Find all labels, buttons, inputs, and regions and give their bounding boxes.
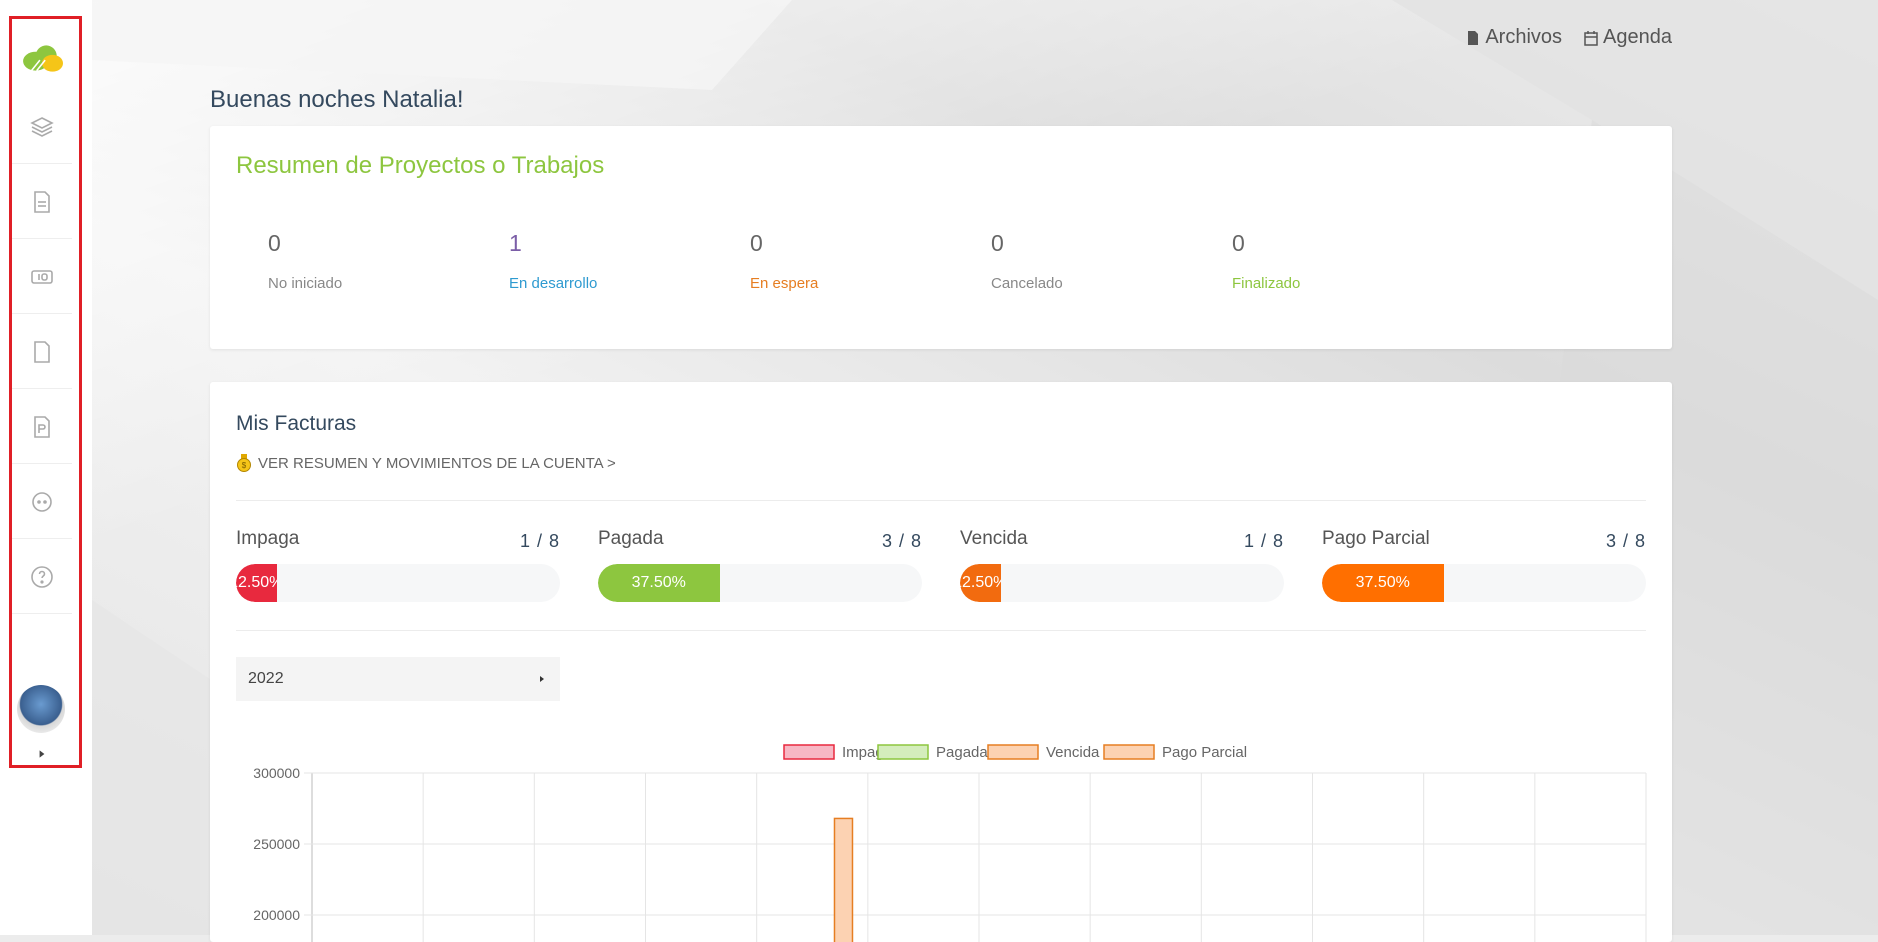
stat-label: En desarrollo xyxy=(509,275,598,292)
y-tick-label: 300000 xyxy=(253,765,300,781)
y-tick-label: 250000 xyxy=(253,836,300,852)
legend-swatch xyxy=(877,744,929,760)
stat-label: En espera xyxy=(750,275,819,292)
file-icon xyxy=(1468,30,1479,45)
sidebar xyxy=(0,0,92,935)
invoices-chart: Impaga Pagada Vencida Pago Parcial300000250… xyxy=(253,744,1647,942)
invoices-card: Mis Facturas $ VER RESUMEN Y MOVIMIENTOS… xyxy=(210,382,1672,942)
stat-value: 0 xyxy=(750,230,763,256)
legend-swatch xyxy=(783,744,835,760)
sidebar-highlight-frame xyxy=(9,16,82,768)
greeting: Buenas noches Natalia! xyxy=(210,86,464,113)
stat-finalizado[interactable]: 0 Finalizado xyxy=(1232,230,1300,292)
stat-value: 0 xyxy=(268,230,281,256)
chart-bar xyxy=(833,817,854,942)
legend-label: Vencida xyxy=(1046,744,1100,761)
stat-value: 1 xyxy=(509,230,522,256)
legend-label: Pagada xyxy=(936,744,988,761)
top-links: Archivos Agenda xyxy=(1466,26,1672,49)
y-tick-label: 200000 xyxy=(253,907,300,923)
archivos-label: Archivos xyxy=(1485,26,1563,48)
stat-en-espera[interactable]: 0 En espera xyxy=(750,230,818,292)
agenda-label: Agenda xyxy=(1603,26,1672,48)
legend-label: Pago Parcial xyxy=(1162,744,1247,761)
projects-title: Resumen de Proyectos o Trabajos xyxy=(236,152,605,179)
stat-label: Finalizado xyxy=(1232,275,1301,292)
stat-value: 0 xyxy=(991,230,1004,256)
calendar-icon xyxy=(1584,30,1598,46)
stat-cancelado[interactable]: 0 Cancelado xyxy=(991,230,1063,292)
stat-value: 0 xyxy=(1232,230,1245,256)
projects-summary-card: Resumen de Proyectos o Trabajos 0 No ini… xyxy=(210,126,1672,349)
legend-swatch xyxy=(1103,744,1155,760)
stat-no-iniciado[interactable]: 0 No iniciado xyxy=(268,230,342,292)
agenda-link[interactable]: Agenda xyxy=(1584,26,1672,49)
stat-label: Cancelado xyxy=(991,275,1063,292)
legend-swatch xyxy=(987,744,1039,760)
stat-label: No iniciado xyxy=(268,275,343,292)
stat-en-desarrollo[interactable]: 1 En desarrollo xyxy=(509,230,597,292)
archivos-link[interactable]: Archivos xyxy=(1466,26,1562,49)
